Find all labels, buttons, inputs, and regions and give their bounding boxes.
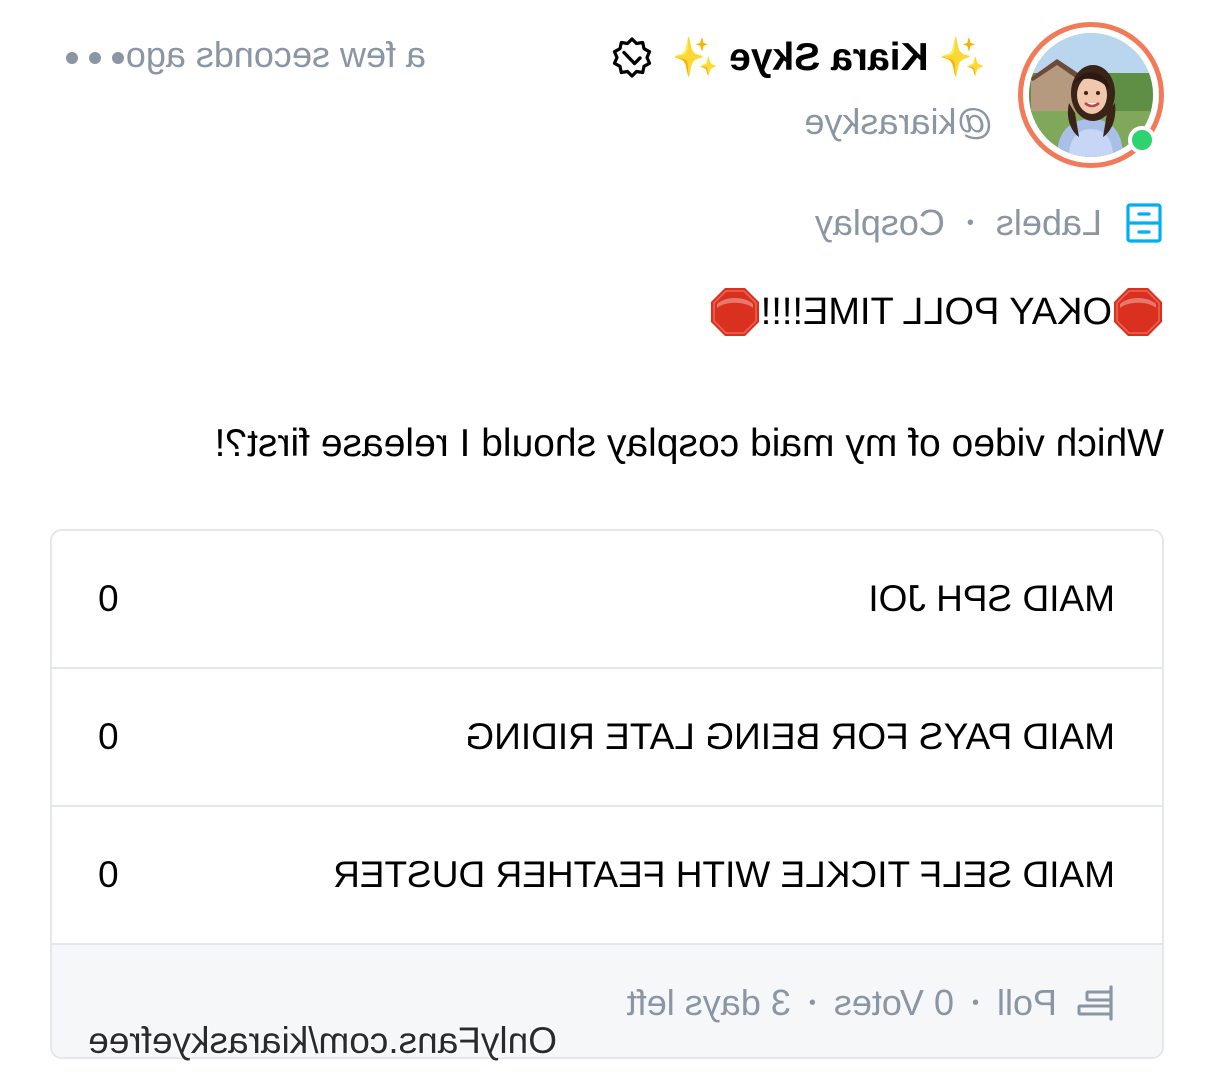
poll-option[interactable]: MAID PAYS FOR BEING LATE RIDING 0 <box>52 669 1162 807</box>
poll-icon <box>1077 985 1113 1021</box>
avatar[interactable] <box>1018 22 1164 168</box>
post-card: ✨ Kiara Skye ✨ a few seconds ago @kiaras… <box>46 0 1164 1080</box>
verified-badge-icon <box>612 37 651 78</box>
stop-sign-icon <box>1114 288 1162 336</box>
post-title-text: OKAY POLL TIME!!!! <box>760 290 1112 333</box>
poll-option[interactable]: MAID SPH JOI 0 <box>52 531 1162 669</box>
labels-row: Labels • Cosplay <box>815 198 1164 248</box>
poll-option[interactable]: MAID SELF TICKLE WITH FEATHER DUSTER 0 <box>52 807 1162 945</box>
post-title: OKAY POLL TIME!!!! <box>709 283 1164 341</box>
poll-option-label: MAID PAYS FOR BEING LATE RIDING <box>465 716 1115 757</box>
post-timestamp[interactable]: a few seconds ago <box>126 34 426 76</box>
sparkle-icon: ✨ <box>938 37 986 79</box>
watermark-text: OnlyFans.com/kiaraskyefree <box>88 1020 557 1061</box>
mirrored-screenshot: ✨ Kiara Skye ✨ a few seconds ago @kiaras… <box>0 0 1209 1080</box>
poll-type-label: Poll <box>996 982 1057 1023</box>
poll-option-label: MAID SELF TICKLE WITH FEATHER DUSTER <box>333 854 1115 895</box>
poll-footer-separator: • <box>808 991 816 1014</box>
labels-separator: • <box>966 211 974 234</box>
poll-option-votes: 0 <box>98 854 119 895</box>
labels-drawer-icon <box>1126 203 1162 243</box>
more-dots-icon <box>112 52 124 64</box>
post-body-text: Which video of my maid cosplay should I … <box>214 422 1164 465</box>
stop-sign-icon <box>710 288 759 336</box>
poll-time-left: 3 days left <box>626 982 791 1023</box>
poll: MAID SPH JOI 0 MAID PAYS FOR BEING LATE … <box>50 529 1164 1059</box>
author-name-row[interactable]: ✨ Kiara Skye ✨ <box>610 30 986 86</box>
poll-footer-separator: • <box>971 991 979 1014</box>
author-display-name[interactable]: Kiara Skye <box>729 36 928 80</box>
poll-option-votes: 0 <box>98 716 119 757</box>
poll-vote-count: 0 Votes <box>833 982 954 1023</box>
labels-caption: Labels <box>995 202 1102 243</box>
label-tag-cosplay[interactable]: Cosplay <box>815 202 945 244</box>
poll-option-votes: 0 <box>98 578 119 619</box>
poll-option-label: MAID SPH JOI <box>868 578 1115 619</box>
more-options-button[interactable] <box>66 36 124 80</box>
online-status-indicator <box>1128 126 1156 154</box>
author-username[interactable]: @kiaraskye <box>804 101 993 143</box>
sparkle-icon: ✨ <box>671 37 720 79</box>
